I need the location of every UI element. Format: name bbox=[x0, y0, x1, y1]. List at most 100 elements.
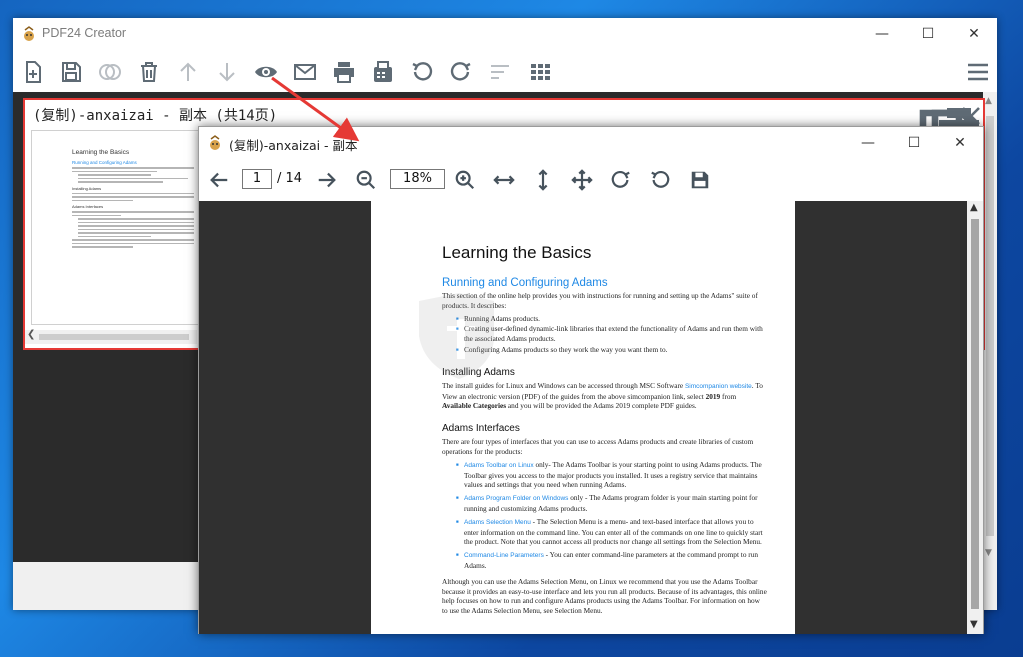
watermark-logo bbox=[419, 293, 494, 379]
page-number-input[interactable]: 1 bbox=[242, 169, 272, 189]
sort-button[interactable] bbox=[485, 54, 515, 90]
print-button[interactable] bbox=[329, 54, 359, 90]
viewer-save-button[interactable] bbox=[686, 166, 714, 194]
close-icon: ✕ bbox=[954, 135, 966, 151]
section-running-configuring: Running and Configuring Adams bbox=[442, 277, 608, 289]
selection-menu-link[interactable]: Adams Selection Menu bbox=[464, 519, 531, 526]
scrollbar-thumb[interactable] bbox=[986, 116, 994, 536]
move-up-button[interactable] bbox=[173, 54, 203, 90]
pan-button[interactable] bbox=[568, 166, 596, 194]
section3-intro: There are four types of interfaces that … bbox=[442, 437, 754, 456]
close-icon: ✕ bbox=[968, 26, 980, 42]
main-titlebar: PDF24 Creator — ☐ ✕ bbox=[13, 18, 997, 50]
next-page-button[interactable] bbox=[313, 166, 341, 194]
scroll-up-icon[interactable]: ▲ bbox=[985, 96, 992, 106]
list-item: Adams Toolbar on Linux only- The Adams T… bbox=[456, 460, 767, 490]
viewer-rotate-right-button[interactable] bbox=[607, 166, 635, 194]
closing-paragraph: Although you can use the Adams Selection… bbox=[442, 576, 767, 616]
section2-text: from bbox=[720, 391, 737, 401]
viewer-close-button[interactable]: ✕ bbox=[937, 127, 983, 159]
thumbnail-subheading: Running and Configuring Adams bbox=[72, 160, 137, 165]
menu-icon bbox=[968, 63, 988, 81]
pdf-viewer-window: (复制)-anxaizai - 副本 — ☐ ✕ 1 / 14 18% Lear… bbox=[198, 126, 984, 634]
sort-icon bbox=[491, 65, 509, 79]
section-adams-interfaces: Adams Interfaces bbox=[442, 423, 520, 435]
scroll-down-icon[interactable]: ▼ bbox=[970, 619, 978, 630]
fit-width-button[interactable] bbox=[490, 166, 518, 194]
program-folder-link[interactable]: Adams Program Folder on Windows bbox=[464, 495, 568, 502]
section2-paragraph: The install guides for Linux and Windows… bbox=[442, 381, 767, 411]
print-icon bbox=[334, 62, 354, 83]
merge-icon bbox=[99, 64, 121, 80]
add-file-button[interactable] bbox=[18, 54, 48, 90]
viewer-maximize-button[interactable]: ☐ bbox=[891, 127, 937, 159]
viewer-scrollbar[interactable]: ▲ ▼ bbox=[967, 201, 983, 634]
previous-page-button[interactable] bbox=[205, 166, 233, 194]
rotate-left-icon bbox=[651, 170, 670, 188]
email-button[interactable] bbox=[290, 54, 320, 90]
maximize-button[interactable]: ☐ bbox=[905, 18, 951, 50]
thumbnail-section-interfaces: Adams Interfaces bbox=[72, 204, 104, 209]
scrollbar-thumb[interactable] bbox=[971, 219, 979, 609]
section3-bullets: Adams Toolbar on Linux only- The Adams T… bbox=[456, 460, 767, 571]
rotate-right-icon bbox=[611, 170, 630, 188]
pdf-view-area[interactable]: Learning the Basics Running and Configur… bbox=[199, 201, 967, 634]
add-file-icon bbox=[26, 61, 41, 83]
move-down-button[interactable] bbox=[212, 54, 242, 90]
zoom-in-button[interactable] bbox=[451, 166, 479, 194]
minimize-icon: — bbox=[861, 135, 875, 151]
viewer-toolbar: 1 / 14 18% bbox=[199, 163, 983, 197]
rotate-left-button[interactable] bbox=[407, 54, 437, 90]
menu-button[interactable] bbox=[963, 54, 993, 90]
section2-text: The install guides for Linux and Windows… bbox=[442, 380, 685, 390]
thumbnail-heading: Learning the Basics bbox=[72, 149, 130, 156]
fax-icon bbox=[374, 61, 392, 82]
close-button[interactable]: ✕ bbox=[951, 18, 997, 50]
minimize-icon: — bbox=[875, 26, 889, 42]
viewer-rotate-left-button[interactable] bbox=[646, 166, 674, 194]
delete-button[interactable] bbox=[134, 54, 164, 90]
move-down-icon bbox=[219, 63, 235, 82]
scroll-left-icon[interactable]: ❮ bbox=[27, 329, 35, 340]
viewer-minimize-button[interactable]: — bbox=[845, 127, 891, 159]
card-close-icon[interactable] bbox=[959, 104, 983, 128]
thumbnail-section-installing: Installing Adams bbox=[72, 185, 102, 191]
pdf24-logo-icon bbox=[210, 135, 220, 150]
preview-eye-icon bbox=[255, 66, 277, 78]
section2-bold: 2019 bbox=[705, 391, 721, 401]
list-item: Command-Line Parameters - You can enter … bbox=[456, 550, 767, 571]
preview-button[interactable] bbox=[251, 54, 281, 90]
save-icon bbox=[691, 171, 709, 189]
arrow-left-icon bbox=[210, 172, 228, 188]
maximize-icon: ☐ bbox=[921, 26, 935, 42]
fit-height-icon bbox=[538, 169, 548, 191]
viewer-titlebar: (复制)-anxaizai - 副本 — ☐ ✕ bbox=[199, 127, 983, 159]
grid-view-icon bbox=[531, 64, 550, 80]
scroll-down-icon[interactable]: ▼ bbox=[985, 548, 992, 558]
grid-view-button[interactable] bbox=[525, 54, 555, 90]
section2-bold: Available Categories bbox=[442, 401, 507, 411]
list-item: Adams Selection Menu - The Selection Men… bbox=[456, 517, 767, 547]
rotate-right-icon bbox=[450, 62, 471, 81]
zoom-out-button[interactable] bbox=[352, 166, 380, 194]
page-thumbnail[interactable]: Learning the Basics Running and Configur… bbox=[31, 130, 199, 325]
simcompanion-link[interactable]: Simcompanion website bbox=[685, 383, 752, 390]
toolbar-linux-link[interactable]: Adams Toolbar on Linux bbox=[464, 462, 534, 469]
status-strip bbox=[13, 562, 203, 610]
scroll-up-icon[interactable]: ▲ bbox=[970, 202, 978, 213]
command-line-link[interactable]: Command-Line Parameters bbox=[464, 552, 544, 559]
document-title: (复制)-anxaizai - 副本 (共14页) bbox=[33, 108, 278, 124]
merge-button[interactable] bbox=[95, 54, 125, 90]
page-total: / 14 bbox=[277, 171, 303, 186]
hscroll-thumb[interactable] bbox=[39, 334, 189, 340]
rotate-right-button[interactable] bbox=[446, 54, 476, 90]
save-button[interactable] bbox=[56, 54, 86, 90]
zoom-level-input[interactable]: 18% bbox=[390, 169, 445, 189]
zoom-out-icon bbox=[356, 170, 376, 190]
thumbnail-hscrollbar[interactable]: ❮ bbox=[25, 329, 197, 344]
fax-button[interactable] bbox=[368, 54, 398, 90]
workspace-scrollbar[interactable]: ▲ ▼ bbox=[983, 92, 997, 610]
pdf-page: Learning the Basics Running and Configur… bbox=[371, 201, 795, 634]
fit-height-button[interactable] bbox=[529, 166, 557, 194]
minimize-button[interactable]: — bbox=[859, 18, 905, 50]
